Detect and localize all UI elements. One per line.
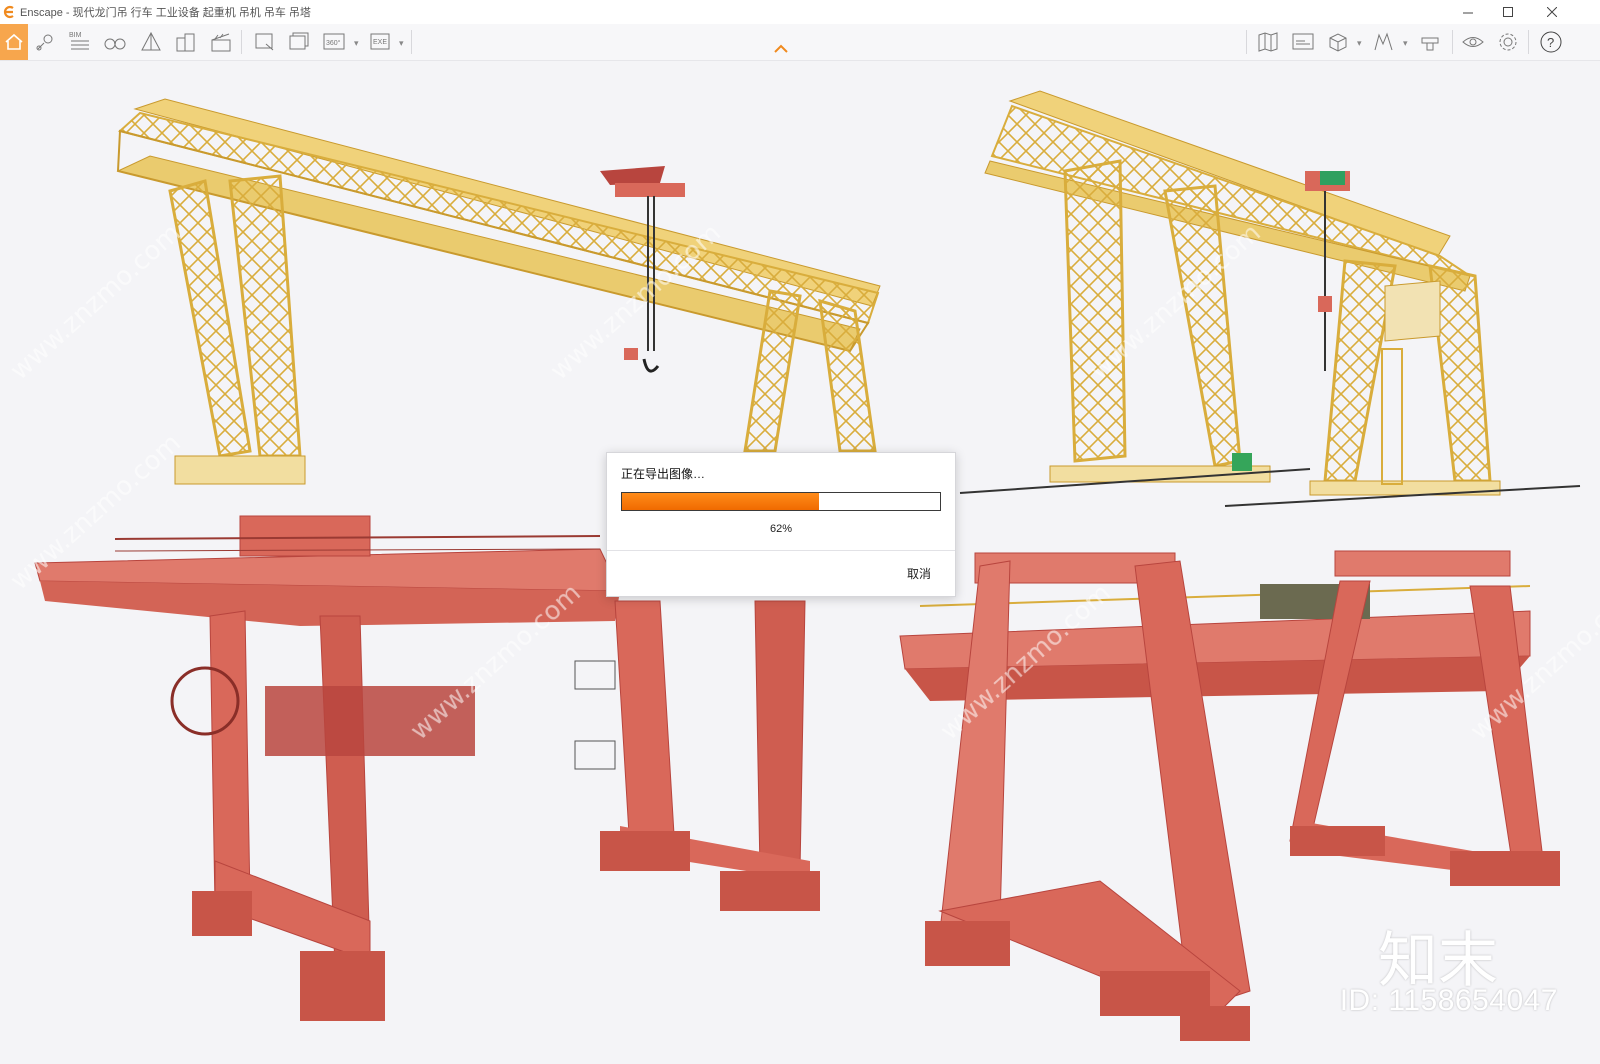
svg-text:360°: 360° xyxy=(326,39,341,47)
visual-settings-button[interactable] xyxy=(1369,27,1399,57)
map-pin-icon xyxy=(36,34,53,51)
map-icon xyxy=(1258,32,1278,52)
maximize-icon[interactable] xyxy=(1488,0,1528,24)
window-title: Enscape - 现代龙门吊 行车 工业设备 起重机 吊机 吊车 吊塔 xyxy=(20,7,311,19)
video-editor-icon xyxy=(1292,33,1314,50)
map-pin-button[interactable] xyxy=(30,27,60,57)
help-button[interactable]: ? xyxy=(1536,27,1566,57)
binoculars-button[interactable] xyxy=(100,27,130,57)
bim-icon: BIM xyxy=(69,32,89,50)
close-icon[interactable] xyxy=(1532,0,1572,24)
panorama-360-button[interactable]: 360° xyxy=(320,27,350,57)
panorama-360-icon: 360° xyxy=(323,33,345,50)
exe-export-button[interactable]: EXE xyxy=(367,27,397,57)
chevron-up-icon[interactable] xyxy=(773,44,789,54)
visual-settings-icon xyxy=(1374,32,1393,51)
yellow-gantry-crane-right xyxy=(959,90,1581,507)
title-bar: Enscape - 现代龙门吊 行车 工业设备 起重机 吊机 吊车 吊塔 xyxy=(0,0,1600,24)
watermark-id: ID: 1158654047 xyxy=(1339,984,1558,1017)
material-editor-button[interactable] xyxy=(1415,27,1445,57)
help-icon: ? xyxy=(1540,31,1562,53)
dialog-title: 正在导出图像… xyxy=(621,467,706,481)
clapper-button[interactable] xyxy=(206,27,236,57)
minimize-icon[interactable] xyxy=(1448,0,1488,24)
cancel-button[interactable]: 取消 xyxy=(907,565,931,582)
clapper-icon xyxy=(211,33,231,52)
binoculars-icon xyxy=(104,38,126,50)
perspective-icon xyxy=(141,31,161,51)
building-icon xyxy=(176,33,195,52)
home-icon xyxy=(5,33,23,50)
perspective-button[interactable] xyxy=(136,27,166,57)
settings-icon xyxy=(1499,33,1517,51)
asset-library-button[interactable] xyxy=(1323,27,1353,57)
toolbar-separator xyxy=(241,30,242,54)
batch-export-icon xyxy=(289,32,309,50)
view-mode-icon xyxy=(1462,37,1484,47)
progress-bar-fill xyxy=(622,493,820,510)
home-button[interactable] xyxy=(0,24,28,60)
progress-percent-label: 62% xyxy=(769,523,793,535)
chevron-down-icon[interactable]: ▾ xyxy=(1357,38,1362,49)
svg-text:?: ? xyxy=(1547,35,1554,50)
toolbar-separator xyxy=(411,30,412,54)
progress-bar xyxy=(621,492,941,511)
map-button[interactable] xyxy=(1253,27,1283,57)
batch-export-button[interactable] xyxy=(285,27,315,57)
chevron-down-icon[interactable]: ▾ xyxy=(354,38,359,49)
toolbar-separator xyxy=(1528,30,1529,54)
view-mode-button[interactable] xyxy=(1458,27,1488,57)
screenshot-export-button[interactable] xyxy=(250,27,280,57)
building-button[interactable] xyxy=(171,27,201,57)
svg-text:BIM: BIM xyxy=(69,32,82,39)
yellow-gantry-crane-left xyxy=(116,98,881,485)
dialog-divider xyxy=(607,550,955,551)
chevron-down-icon[interactable]: ▾ xyxy=(1403,38,1408,49)
export-progress-dialog: 正在导出图像… 62% 取消 xyxy=(606,452,956,597)
main-toolbar: BIM 360° ▾ EXE ▾ ▾ ▾ ? xyxy=(0,24,1600,61)
chevron-down-icon[interactable]: ▾ xyxy=(399,38,404,49)
svg-text:www.znzmo.com: www.znzmo.com xyxy=(5,218,187,386)
toolbar-separator xyxy=(1246,30,1247,54)
exe-export-icon: EXE xyxy=(370,33,390,50)
bim-button[interactable]: BIM xyxy=(65,27,95,57)
asset-library-icon xyxy=(1329,33,1347,52)
material-editor-icon xyxy=(1421,37,1439,51)
enscape-logo-icon xyxy=(3,5,14,19)
screenshot-export-icon xyxy=(255,33,274,51)
settings-button[interactable] xyxy=(1493,27,1523,57)
video-editor-button[interactable] xyxy=(1288,27,1318,57)
svg-text:EXE: EXE xyxy=(373,39,387,46)
toolbar-separator xyxy=(1452,30,1453,54)
